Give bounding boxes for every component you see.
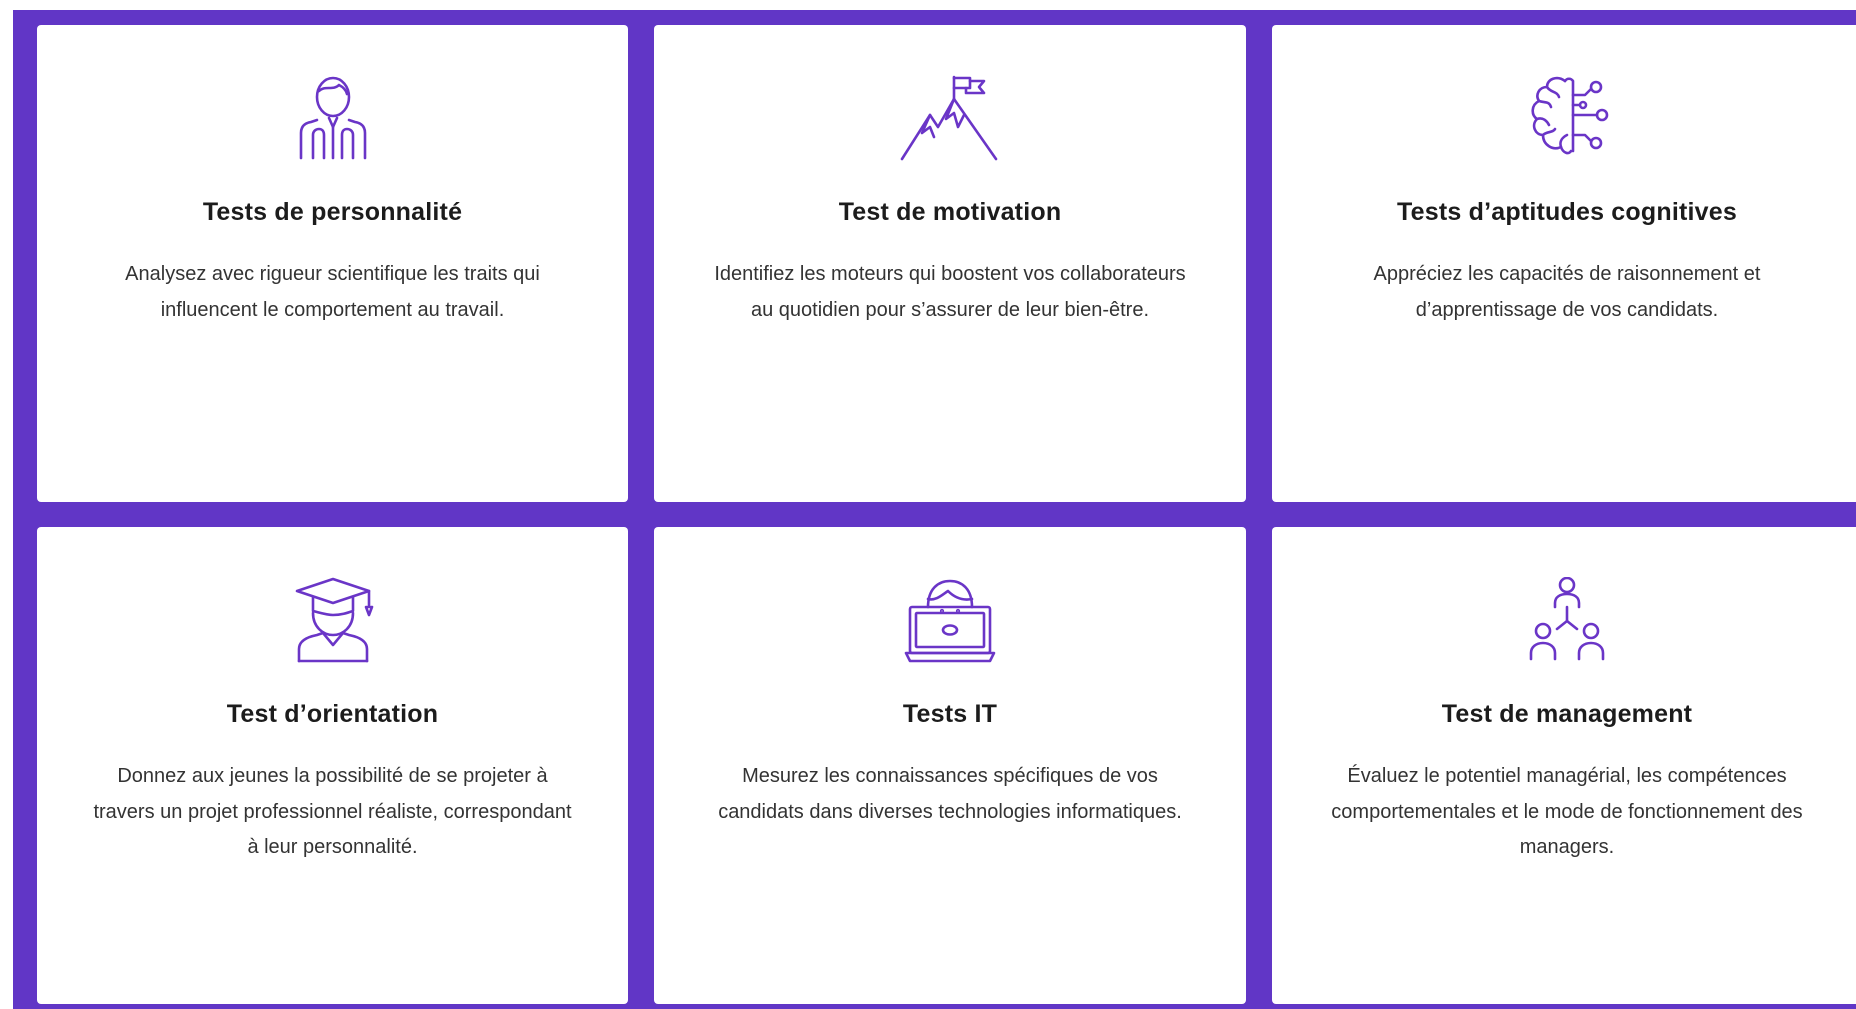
card-title: Test de management (1441, 700, 1693, 728)
card-title: Test d’orientation (226, 700, 439, 728)
page: Tests de personnalité Analysez avec rigu… (0, 0, 1856, 1009)
card-description: Évaluez le potentiel managérial, les com… (1331, 765, 1803, 858)
card-orientation-test[interactable]: Test d’orientation Donnez aux jeunes la … (37, 527, 628, 1004)
card-title: Test de motivation (838, 198, 1062, 226)
card-cognitive-tests[interactable]: Tests d’aptitudes cognitives Appréciez l… (1272, 25, 1856, 502)
team-hierarchy-icon (1517, 577, 1617, 663)
card-management-test[interactable]: Test de management Évaluez le potentiel … (1272, 527, 1856, 1004)
mountain-flag-icon (900, 75, 1000, 161)
card-title: Tests de personnalité (202, 198, 463, 226)
graduate-icon (283, 577, 383, 663)
developer-laptop-icon (900, 577, 1000, 663)
card-title: Tests d’aptitudes cognitives (1397, 198, 1737, 226)
card-title: Tests IT (902, 700, 998, 728)
card-it-tests[interactable]: Tests IT Mesurez les connaissances spéci… (654, 527, 1246, 1004)
card-description: Appréciez les capacités de raisonnement … (1373, 263, 1761, 321)
card-description: Mesurez les connaissances spécifiques de… (718, 765, 1182, 823)
card-description: Identifiez les moteurs qui boostent vos … (714, 263, 1186, 321)
businessman-icon (283, 75, 383, 161)
card-description: Donnez aux jeunes la possibilité de se p… (93, 765, 572, 858)
brain-circuit-icon (1517, 75, 1617, 161)
card-motivation-test[interactable]: Test de motivation Identifiez les moteur… (654, 25, 1246, 502)
card-personality-tests[interactable]: Tests de personnalité Analysez avec rigu… (37, 25, 628, 502)
card-description: Analysez avec rigueur scientifique les t… (125, 263, 540, 321)
